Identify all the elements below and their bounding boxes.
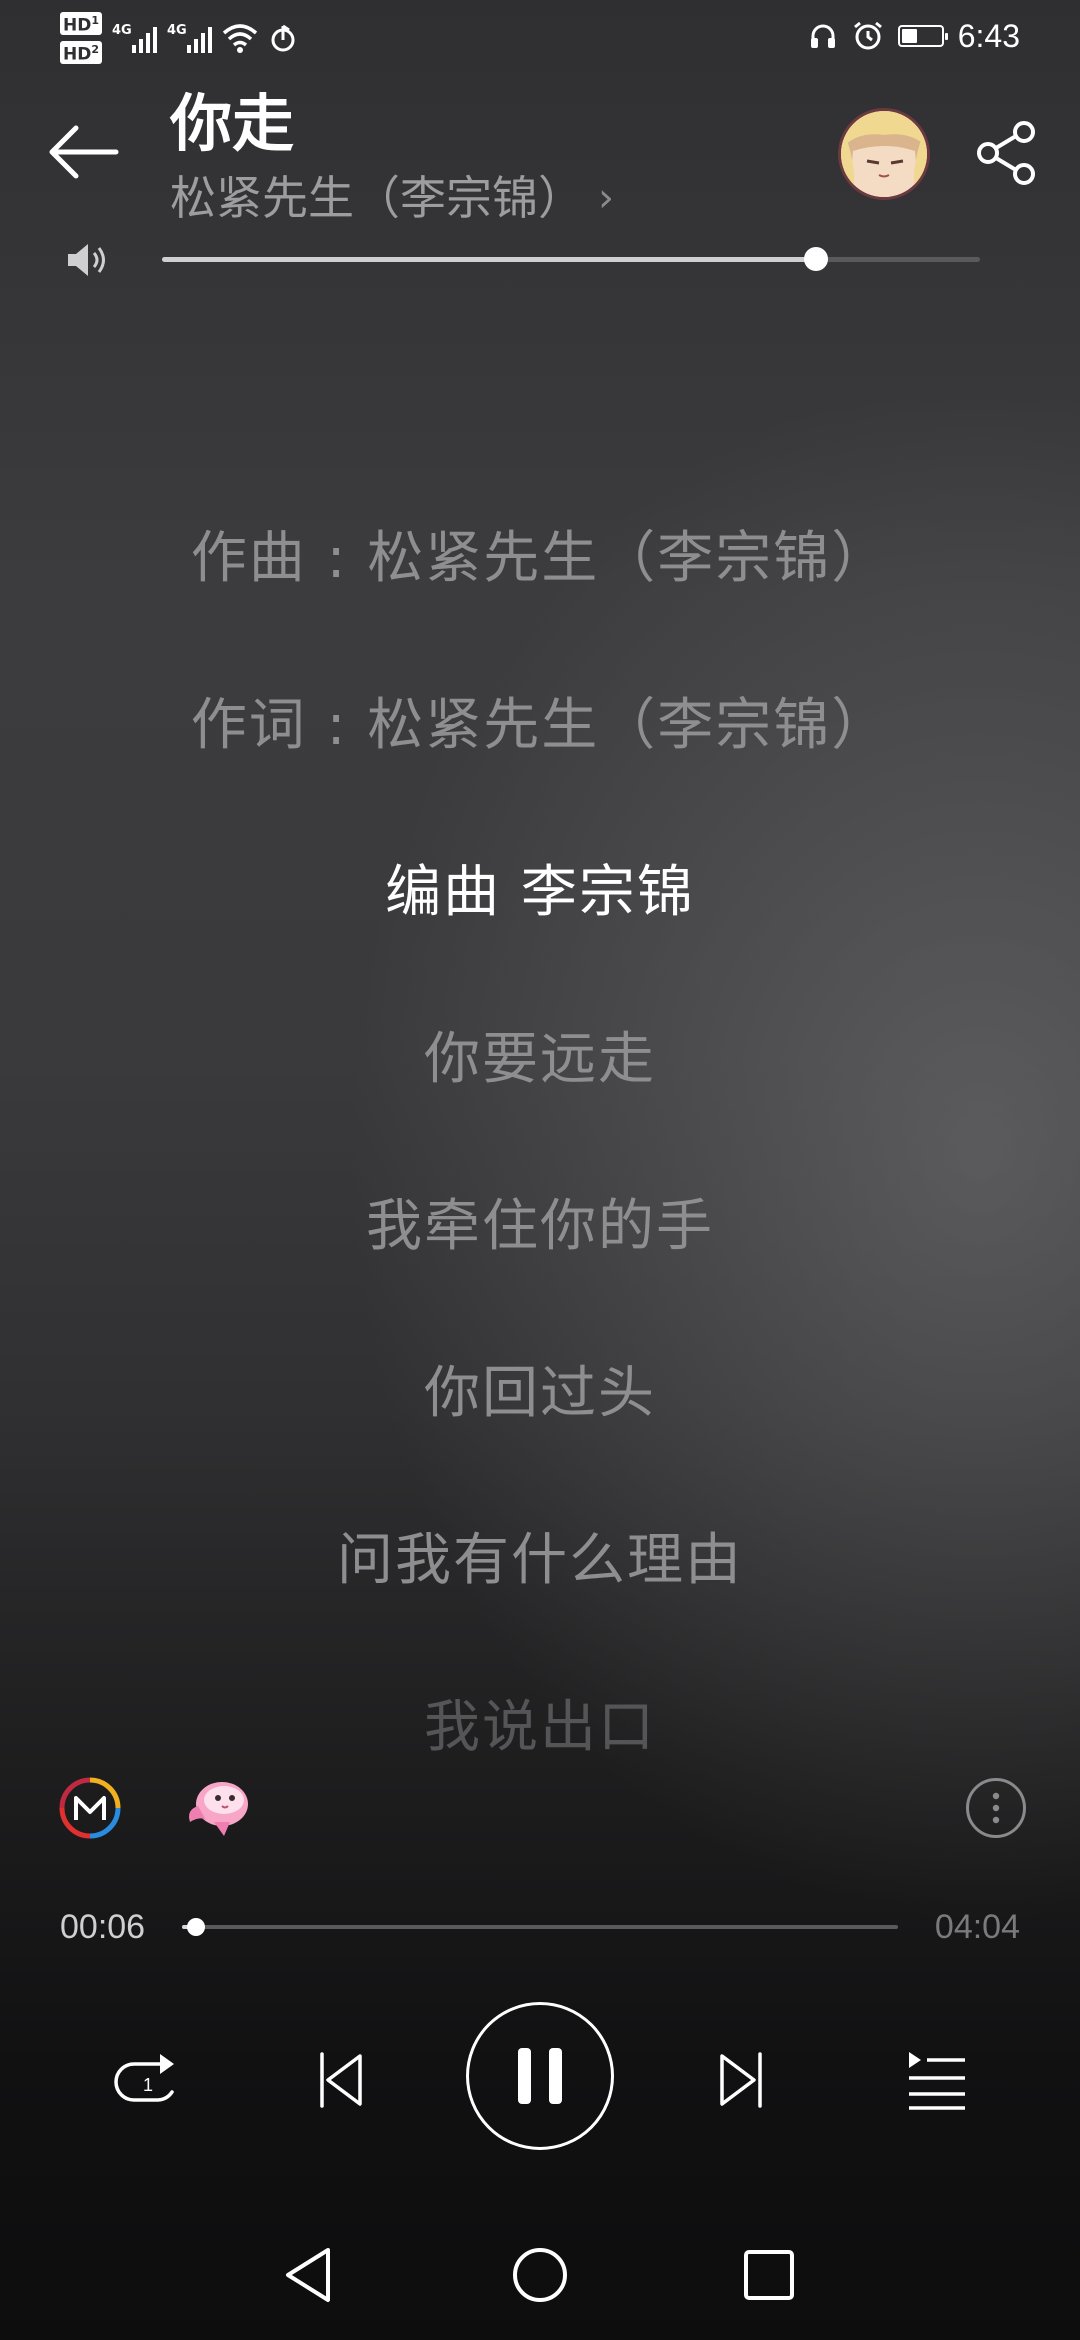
- song-title: 你走: [170, 87, 295, 160]
- nfc-icon: [271, 24, 295, 52]
- lyric-line[interactable]: 我牵住你的手: [0, 1138, 1080, 1305]
- share-icon[interactable]: [974, 120, 1040, 186]
- lyric-line[interactable]: 问我有什么理由: [0, 1472, 1080, 1639]
- battery-icon: [897, 25, 948, 47]
- chevron-right-icon: ›: [598, 175, 614, 221]
- next-track-button[interactable]: [702, 2040, 782, 2120]
- pause-icon-bar: [549, 2048, 562, 2104]
- current-time: 00:06: [60, 1908, 146, 1946]
- status-right: 6:43: [808, 14, 1020, 58]
- svg-text:1: 1: [143, 2075, 153, 2095]
- artist-name: 松紧先生（李宗锦）: [170, 171, 584, 225]
- nav-home-icon[interactable]: [505, 2240, 575, 2310]
- lyric-line[interactable]: 作词 : 松紧先生（李宗锦）: [0, 637, 1080, 804]
- nav-recents-icon[interactable]: [734, 2240, 804, 2310]
- mascot-app-icon[interactable]: [184, 1776, 254, 1840]
- headphones-icon: [810, 24, 835, 48]
- alarm-icon: [853, 21, 882, 50]
- avatar-image: [841, 111, 927, 197]
- lyric-line[interactable]: 编曲 李宗锦: [0, 804, 1080, 971]
- playlist-icon: [909, 2052, 965, 2110]
- wifi-icon: [222, 24, 258, 53]
- lyrics-panel[interactable]: 作曲 : 松紧先生（李宗锦） 作词 : 松紧先生（李宗锦） 编曲 李宗锦 你要远…: [0, 470, 1080, 1806]
- avatar[interactable]: [838, 108, 930, 200]
- pause-icon-bar: [518, 2048, 531, 2104]
- repeat-mode-button[interactable]: 1: [106, 2040, 186, 2120]
- more-options-button[interactable]: [966, 1778, 1026, 1838]
- status-left: HD1 HD2 4G 4G: [60, 10, 298, 66]
- music-service-logo-icon[interactable]: [58, 1776, 122, 1840]
- back-arrow-icon[interactable]: [48, 122, 120, 182]
- hd-icon: HD1 HD2: [60, 12, 102, 64]
- signal-icon: 4G: [167, 23, 212, 53]
- skip-previous-icon: [320, 2052, 362, 2108]
- nav-back-icon[interactable]: [274, 2240, 344, 2310]
- artist-link[interactable]: 松紧先生（李宗锦） ›: [170, 168, 614, 228]
- signal-icon: 4G: [112, 23, 157, 53]
- volume-slider-handle[interactable]: [804, 247, 828, 271]
- skip-next-icon: [720, 2052, 762, 2108]
- playlist-button[interactable]: [894, 2040, 978, 2120]
- total-time: 04:04: [934, 1908, 1020, 1946]
- volume-slider-fill: [162, 257, 816, 262]
- previous-track-button[interactable]: [300, 2040, 380, 2120]
- lyric-line[interactable]: 你要远走: [0, 971, 1080, 1138]
- progress-bar-handle[interactable]: [187, 1918, 205, 1936]
- status-time: 6:43: [957, 17, 1020, 54]
- volume-icon: [68, 244, 105, 276]
- more-vertical-icon: [992, 1792, 1000, 1824]
- progress-bar-track[interactable]: [182, 1925, 898, 1929]
- status-bar: HD1 HD2 4G 4G 6:43: [0, 0, 1080, 72]
- lyric-line[interactable]: 你回过头: [0, 1305, 1080, 1472]
- lyric-line[interactable]: 作曲 : 松紧先生（李宗锦）: [0, 470, 1080, 637]
- pause-button[interactable]: [466, 2002, 614, 2150]
- repeat-one-icon: 1: [114, 2054, 174, 2102]
- lyric-line[interactable]: 我说出口: [0, 1639, 1080, 1806]
